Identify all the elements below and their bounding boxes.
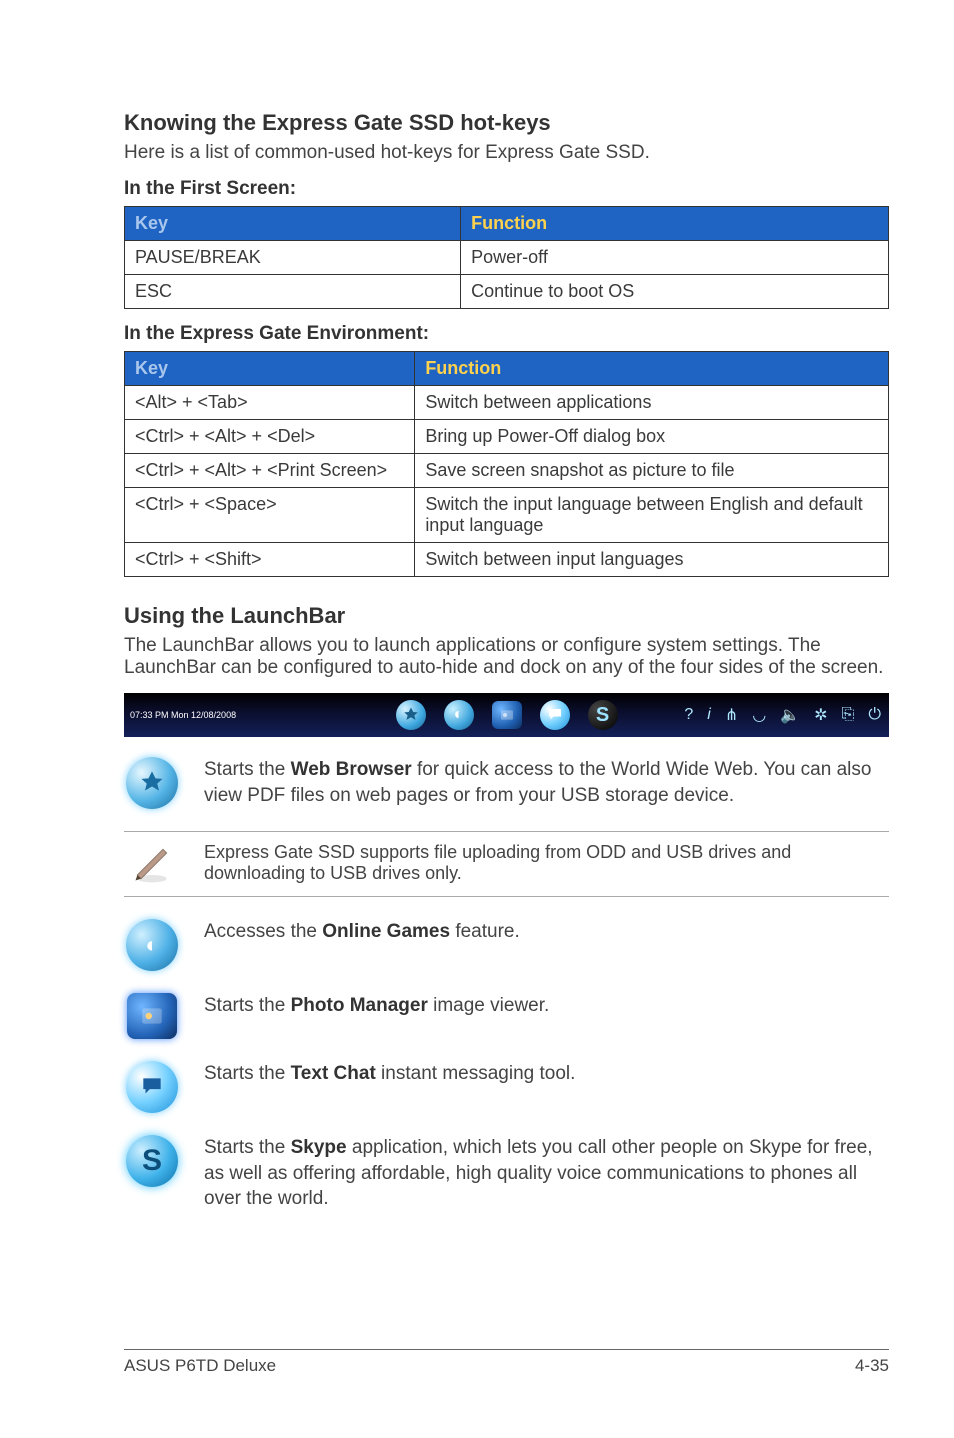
launchbar-intro: The LaunchBar allows you to launch appli… — [124, 635, 889, 679]
heading-hotkeys: Knowing the Express Gate SSD hot-keys — [124, 110, 889, 136]
photo-manager-icon — [492, 701, 522, 729]
text-bold: Text Chat — [291, 1063, 376, 1084]
cell-function: Save screen snapshot as picture to file — [415, 454, 889, 488]
note-text: Express Gate SSD supports file uploading… — [204, 842, 889, 886]
cell-key: <Ctrl> + <Alt> + <Del> — [125, 420, 415, 454]
table-row: PAUSE/BREAK Power-off — [125, 241, 889, 275]
footer-left: ASUS P6TD Deluxe — [124, 1356, 276, 1376]
entry-online-games: ◐ Accesses the Online Games feature. — [124, 919, 889, 971]
table-first-screen: Key Function PAUSE/BREAK Power-off ESC C… — [124, 206, 889, 309]
heading-launchbar: Using the LaunchBar — [124, 603, 889, 629]
text-pre: Accesses the — [204, 921, 322, 942]
text-post: image viewer. — [428, 995, 549, 1016]
table-row: ESC Continue to boot OS — [125, 275, 889, 309]
entry-web-browser: Starts the Web Browser for quick access … — [124, 757, 889, 809]
skype-icon: S — [588, 700, 618, 730]
text-bold: Skype — [291, 1137, 347, 1158]
table-row: <Ctrl> + <Space>Switch the input languag… — [125, 488, 889, 543]
table-row: <Ctrl> + <Alt> + <Del>Bring up Power-Off… — [125, 420, 889, 454]
subheading-express-env: In the Express Gate Environment: — [124, 323, 889, 345]
cell-key: <Ctrl> + <Alt> + <Print Screen> — [125, 454, 415, 488]
help-icon: ? — [684, 706, 693, 724]
launchbar-tray: ? i ⋔ ◡ 🔈 ✲ ⎘ ⏻ — [684, 705, 881, 725]
entry-text: Starts the Skype application, which lets… — [204, 1135, 889, 1212]
text-chat-icon — [540, 700, 570, 730]
cell-function: Switch the input language between Englis… — [415, 488, 889, 543]
entry-text: Starts the Web Browser for quick access … — [204, 757, 889, 808]
volume-icon: 🔈 — [780, 705, 800, 725]
entry-photo-manager: Starts the Photo Manager image viewer. — [124, 993, 889, 1039]
cell-key: <Ctrl> + <Space> — [125, 488, 415, 543]
th-function: Function — [415, 352, 889, 386]
usb-icon: ⋔ — [725, 705, 738, 725]
skype-icon: S — [124, 1135, 180, 1187]
online-games-icon: ◐ — [444, 700, 474, 730]
table-row: <Alt> + <Tab>Switch between applications — [125, 386, 889, 420]
footer-right: 4-35 — [855, 1356, 889, 1376]
text-pre: Starts the — [204, 1063, 291, 1084]
text-post: feature. — [450, 921, 520, 942]
entry-text: Starts the Text Chat instant messaging t… — [204, 1061, 889, 1087]
cell-key: PAUSE/BREAK — [125, 241, 461, 275]
cell-key: ESC — [125, 275, 461, 309]
table-row: <Ctrl> + <Alt> + <Print Screen>Save scre… — [125, 454, 889, 488]
web-browser-icon — [124, 757, 180, 809]
subheading-first-screen: In the First Screen: — [124, 178, 889, 200]
launchbar-time: 07:33 PM Mon 12/08/2008 — [124, 711, 236, 720]
launchbar-center-icons: ◐ S — [396, 700, 618, 730]
entry-text: Starts the Photo Manager image viewer. — [204, 993, 889, 1019]
info-icon: i — [707, 706, 711, 724]
exit-icon: ⎘ — [842, 706, 855, 724]
intro-text: Here is a list of common-used hot-keys f… — [124, 142, 889, 164]
cell-function: Switch between applications — [415, 386, 889, 420]
text-bold: Web Browser — [291, 759, 412, 780]
th-function: Function — [461, 207, 889, 241]
power-icon: ⏻ — [868, 706, 881, 724]
settings-icon: ✲ — [814, 705, 827, 725]
text-bold: Photo Manager — [291, 995, 428, 1016]
text-post: instant messaging tool. — [376, 1063, 576, 1084]
th-key: Key — [125, 207, 461, 241]
web-browser-icon — [396, 700, 426, 730]
text-chat-icon — [124, 1061, 180, 1113]
table-express-env: Key Function <Alt> + <Tab>Switch between… — [124, 351, 889, 577]
entry-skype: S Starts the Skype application, which le… — [124, 1135, 889, 1212]
cell-function: Switch between input languages — [415, 543, 889, 577]
wifi-icon: ◡ — [752, 705, 766, 725]
text-pre: Starts the — [204, 995, 291, 1016]
online-games-icon: ◐ — [124, 919, 180, 971]
cell-function: Power-off — [461, 241, 889, 275]
pencil-icon — [124, 842, 180, 886]
cell-function: Continue to boot OS — [461, 275, 889, 309]
photo-manager-icon — [124, 993, 180, 1039]
launchbar-screenshot: 07:33 PM Mon 12/08/2008 ◐ S ? i ⋔ ◡ 🔈 ✲ … — [124, 693, 889, 737]
entry-text: Accesses the Online Games feature. — [204, 919, 889, 945]
cell-key: <Ctrl> + <Shift> — [125, 543, 415, 577]
text-pre: Starts the — [204, 1137, 291, 1158]
text-pre: Starts the — [204, 759, 291, 780]
cell-function: Bring up Power-Off dialog box — [415, 420, 889, 454]
page-footer: ASUS P6TD Deluxe 4-35 — [124, 1349, 889, 1376]
note-box: Express Gate SSD supports file uploading… — [124, 831, 889, 897]
cell-key: <Alt> + <Tab> — [125, 386, 415, 420]
entry-text-chat: Starts the Text Chat instant messaging t… — [124, 1061, 889, 1113]
table-row: <Ctrl> + <Shift>Switch between input lan… — [125, 543, 889, 577]
text-bold: Online Games — [322, 921, 450, 942]
th-key: Key — [125, 352, 415, 386]
